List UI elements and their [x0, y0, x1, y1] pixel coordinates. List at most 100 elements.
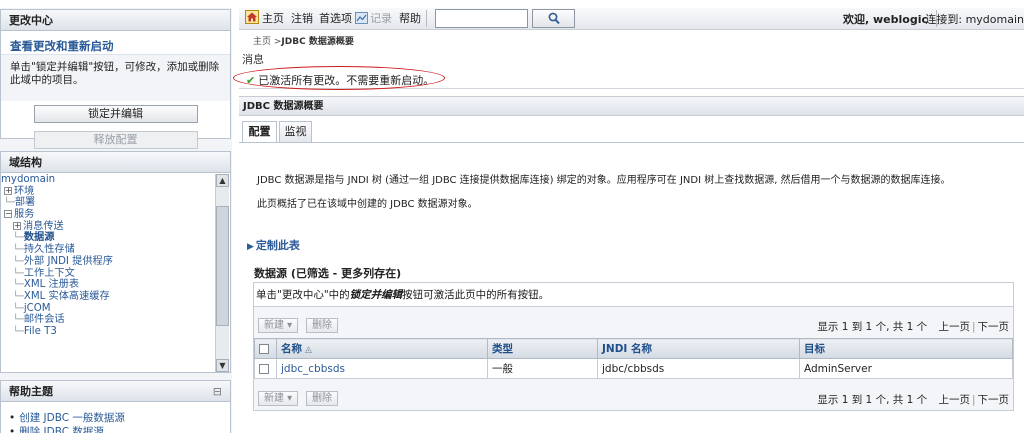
domain-structure-panel: 域结构 mydomain + 环境 └─部署 − 服务 + 消息传送 └─数据源 └─持久性存储 └… — [0, 151, 231, 373]
tree-connector: └─ — [13, 326, 24, 337]
tab-monitoring[interactable]: 监视 — [279, 121, 312, 143]
expand-icon[interactable]: + — [13, 221, 21, 230]
search-input[interactable] — [435, 9, 528, 28]
new-button[interactable]: 新建 ▾ — [258, 318, 299, 333]
tree-connector: └─ — [4, 198, 15, 209]
pager-divider: | — [971, 394, 976, 406]
help-topic-link[interactable]: 删除 JDBC 数据源 — [19, 426, 104, 433]
scroll-thumb[interactable] — [216, 206, 229, 326]
record-link[interactable]: 记录 — [370, 11, 392, 27]
lock-and-edit-button[interactable]: 锁定并编辑 — [33, 105, 198, 123]
breadcrumb-current: JDBC 数据源概要 — [281, 37, 354, 47]
tree-item[interactable]: └─File T3 — [1, 326, 215, 338]
search-button[interactable] — [532, 9, 575, 28]
change-center-title: 更改中心 — [1, 10, 230, 31]
tree-item[interactable]: └─外部 JNDI 提供程序 — [1, 256, 215, 268]
row-select-cell — [254, 358, 277, 379]
help-topic-item[interactable]: • 创建 JDBC 一般数据源 — [9, 410, 230, 424]
tree-item[interactable]: └─持久性存储 — [1, 244, 215, 256]
tree-item-label[interactable]: 外部 JNDI 提供程序 — [24, 256, 113, 267]
tree-item-label[interactable]: 部署 — [15, 197, 35, 208]
scroll-down-arrow-icon[interactable]: ▼ — [216, 359, 229, 372]
tree-item-label[interactable]: 环境 — [14, 186, 34, 197]
delete-button[interactable]: 删除 — [306, 318, 338, 333]
tree-item-label[interactable]: 持久性存储 — [24, 244, 75, 255]
datasource-table: 名称 ◬ 类型 JNDI 名称 目标 jdbc_cbbsds 一般 jdbc/cb… — [254, 338, 1013, 379]
tree-item-label[interactable]: XML 实体高速缓存 — [24, 291, 110, 302]
tab-underline — [239, 142, 1024, 143]
tree-item-label[interactable]: 数据源 — [24, 232, 55, 243]
collapse-icon[interactable]: − — [4, 210, 12, 219]
tree-item[interactable]: + 环境 — [1, 186, 215, 198]
row-jndi-cell: jdbc/cbbsds — [597, 358, 800, 379]
tree-scrollbar[interactable]: ▲ ▼ — [215, 174, 229, 372]
tree-item[interactable]: − 服务 — [1, 209, 215, 221]
toolbar-divider — [426, 10, 427, 27]
connected-to-text: 连接到: mydomain — [925, 13, 1024, 26]
column-header-targets[interactable]: 目标 — [799, 338, 1013, 359]
prev-page-link[interactable]: 上一页 — [938, 394, 970, 406]
tree-item-label[interactable]: 工作上下文 — [24, 268, 75, 279]
breadcrumb-home[interactable]: 主页 — [253, 37, 271, 47]
sort-icon[interactable]: ◬ — [305, 345, 312, 355]
column-header-type[interactable]: 类型 — [487, 338, 598, 359]
table-row: jdbc_cbbsds 一般 jdbc/cbbsds AdminServer — [254, 358, 1013, 379]
customize-table-link[interactable]: ▶ 定制此表 — [247, 237, 300, 253]
home-icon[interactable] — [245, 10, 259, 24]
tree-item-label[interactable]: 服务 — [14, 209, 34, 220]
table-note: 单击"更改中心"中的锁定并编辑按钮可激活此页中的所有按钮。 — [254, 283, 1013, 307]
help-link[interactable]: 帮助 — [399, 11, 421, 27]
table-note-emphasis: 锁定并编辑 — [349, 289, 403, 301]
scroll-up-arrow-icon[interactable]: ▲ — [216, 174, 229, 187]
next-page-link[interactable]: 下一页 — [978, 321, 1010, 333]
tree-connector: └─ — [13, 233, 24, 244]
expand-icon[interactable]: + — [4, 186, 12, 195]
select-all-checkbox[interactable] — [259, 343, 269, 354]
section-title: JDBC 数据源概要 — [239, 96, 1024, 116]
tree-item[interactable]: mydomain — [1, 174, 215, 186]
left-column: 更改中心 查看更改和重新启动 单击"锁定并编辑"按钮，可修改，添加或删除此域中的… — [0, 0, 232, 433]
new-button[interactable]: 新建 ▾ — [258, 391, 299, 406]
table-controls-bottom: 新建 ▾ 删除 显示 1 到 1 个, 共 1 个 上一页 | 下一页 — [254, 387, 1013, 409]
prev-page-link[interactable]: 上一页 — [938, 321, 970, 333]
tree-connector: └─ — [13, 315, 24, 326]
collapse-icon[interactable]: ⊟ — [213, 381, 222, 402]
tree-item[interactable]: └─部署 — [1, 197, 215, 209]
change-center-panel: 更改中心 查看更改和重新启动 单击"锁定并编辑"按钮，可修改，添加或删除此域中的… — [0, 9, 231, 149]
datasource-name-link[interactable]: jdbc_cbbsds — [281, 363, 345, 375]
column-header-jndi-name[interactable]: JNDI 名称 — [597, 338, 800, 359]
release-configuration-button[interactable]: 释放配置 — [33, 131, 198, 149]
tree-item-label[interactable]: XML 注册表 — [24, 279, 79, 290]
preferences-link[interactable]: 首选项 — [319, 11, 352, 27]
tree-connector: └─ — [13, 245, 24, 256]
tree-item-label[interactable]: File T3 — [24, 326, 57, 337]
tree-item[interactable]: └─jCOM — [1, 303, 215, 315]
delete-button[interactable]: 删除 — [306, 391, 338, 406]
tree-item-label[interactable]: 消息传送 — [23, 221, 64, 232]
tree-item-label[interactable]: 邮件会话 — [24, 314, 65, 325]
tree-item[interactable]: └─数据源 — [1, 232, 215, 244]
tree-item[interactable]: └─XML 注册表 — [1, 279, 215, 291]
bullet-icon: • — [9, 426, 16, 433]
row-type-cell: 一般 — [487, 358, 598, 379]
next-page-link[interactable]: 下一页 — [978, 394, 1010, 406]
tree-connector: └─ — [13, 256, 24, 267]
welcome-text: 欢迎, weblogic — [843, 13, 928, 26]
column-header-name[interactable]: 名称 ◬ — [276, 338, 488, 359]
tree-item[interactable]: └─XML 实体高速缓存 — [1, 291, 215, 303]
tree-item-label[interactable]: mydomain — [1, 174, 55, 185]
tree-item[interactable]: └─工作上下文 — [1, 268, 215, 280]
tree-item-label[interactable]: jCOM — [24, 303, 51, 314]
row-target-cell: AdminServer — [799, 358, 1013, 379]
tree-item[interactable]: + 消息传送 — [1, 221, 215, 233]
logout-link[interactable]: 注销 — [291, 11, 313, 27]
tree-item[interactable]: └─邮件会话 — [1, 314, 215, 326]
help-topic-item[interactable]: • 删除 JDBC 数据源 — [9, 424, 230, 433]
row-checkbox[interactable] — [259, 363, 269, 374]
view-changes-link[interactable]: 查看更改和重新启动 — [1, 31, 230, 55]
home-link[interactable]: 主页 — [262, 11, 284, 27]
highlight-oval — [233, 66, 445, 90]
tab-configuration[interactable]: 配置 — [242, 121, 277, 143]
record-icon[interactable] — [355, 12, 368, 24]
help-topic-link[interactable]: 创建 JDBC 一般数据源 — [19, 412, 125, 424]
